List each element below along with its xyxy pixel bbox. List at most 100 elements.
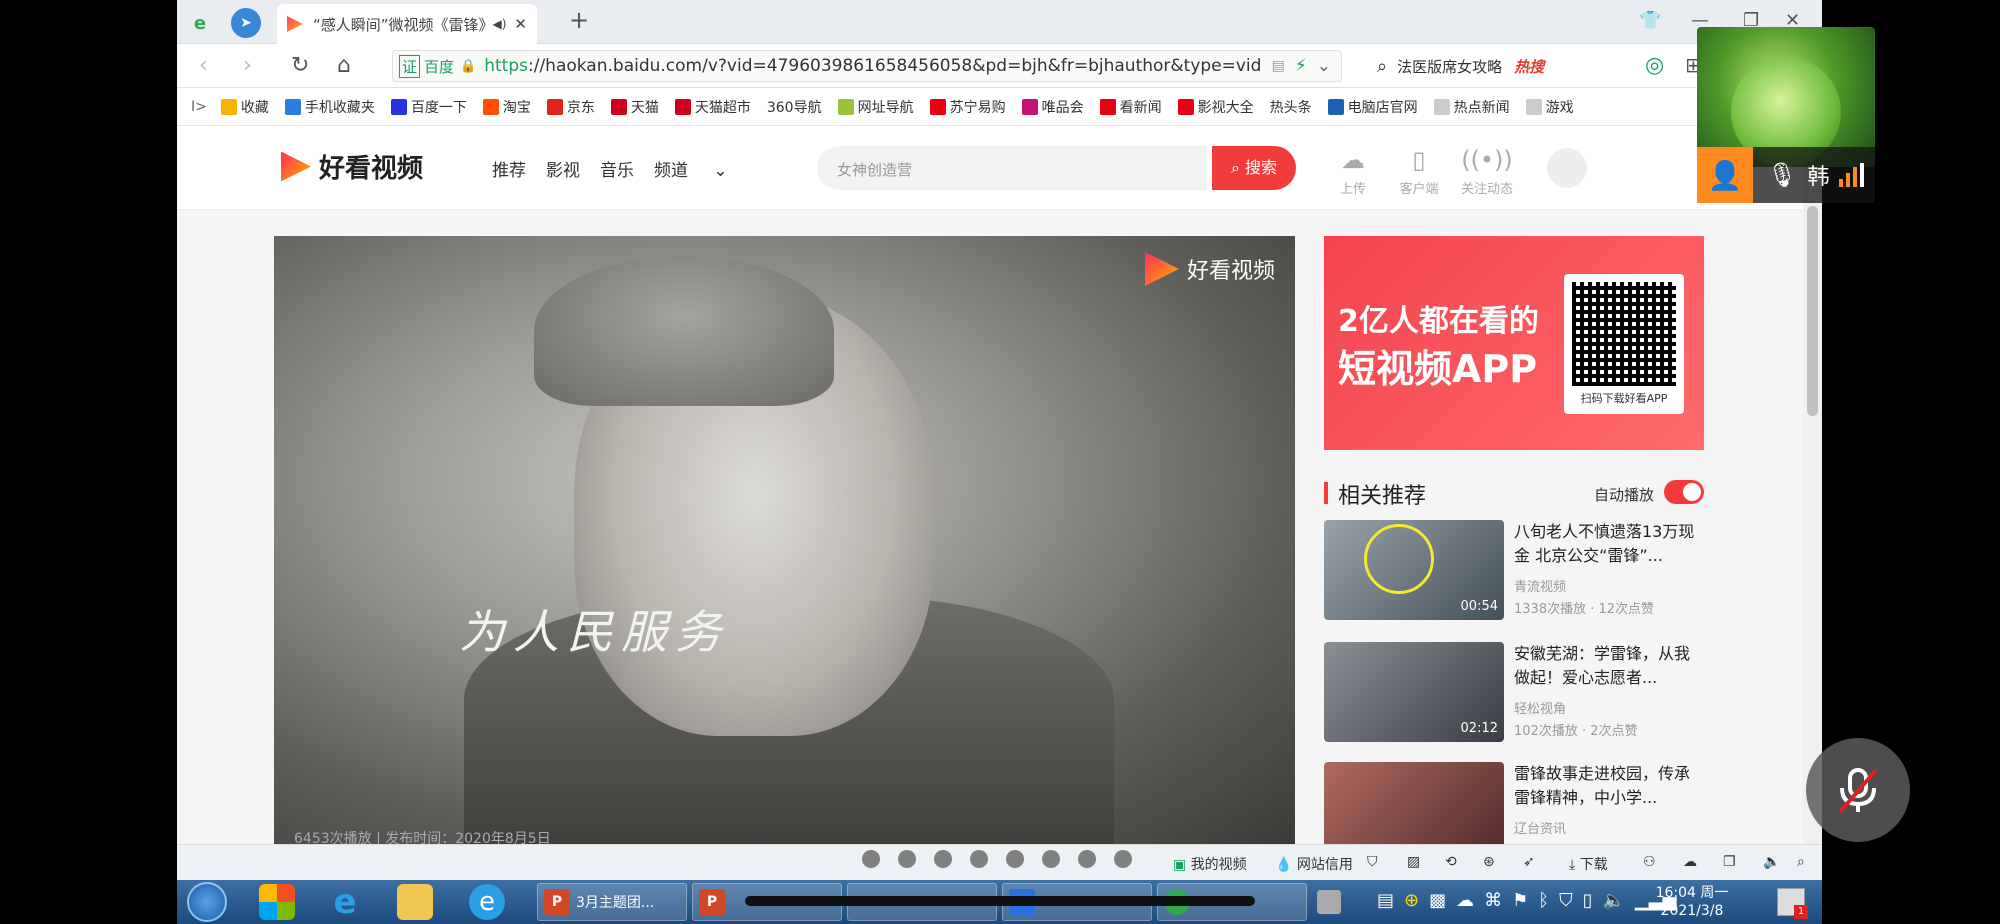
tab-audio-icon[interactable]: ◀) [493, 17, 507, 31]
recommend-thumbnail[interactable]: 00:54 [1324, 520, 1504, 620]
bookmark-item[interactable]: 电脑店官网 [1327, 97, 1418, 117]
back-icon[interactable]: ‹ [199, 53, 208, 78]
site-search-input[interactable]: 女神创造营 [817, 146, 1207, 190]
bookmark-item[interactable]: 影视大全 [1177, 97, 1254, 117]
media-progress-bar[interactable] [745, 896, 1255, 906]
ie-icon[interactable]: e [327, 884, 363, 920]
home-icon[interactable]: ⌂ [337, 53, 351, 78]
taskbar-app-ppt[interactable]: P 3月主题团... [537, 883, 687, 921]
image-icon[interactable]: ▨ [1407, 854, 1420, 870]
scrollbar-thumb[interactable] [1807, 206, 1818, 416]
reader-icon[interactable]: ▤ [1272, 58, 1285, 74]
nav-item-film[interactable]: 影视 [546, 156, 580, 181]
page-dot[interactable] [1114, 850, 1132, 868]
recommend-thumbnail[interactable]: 02:12 [1324, 642, 1504, 742]
recommend-item-source[interactable]: 青流视频 [1514, 576, 1566, 595]
download-button[interactable]: ⤓ 下载 [1569, 854, 1608, 874]
recommend-item-source[interactable]: 轻松视角 [1514, 698, 1566, 717]
site-search-button[interactable]: ⌕ 搜索 [1212, 146, 1296, 190]
bookmark-item[interactable]: 热点新闻 [1433, 97, 1510, 117]
shield-icon[interactable]: ⛉ [1559, 890, 1573, 911]
dropdown-icon[interactable]: ⌄ [1317, 56, 1331, 76]
taskbar-clock[interactable]: 16:04 周一 2021/3/8 [1647, 884, 1737, 920]
nav-item-music[interactable]: 音乐 [600, 156, 634, 181]
recommend-item-title[interactable]: 安徽芜湖：学雷锋，从我做起！爱心志愿者... [1514, 642, 1704, 690]
bookmark-item[interactable]: 看新闻 [1099, 97, 1162, 117]
site-logo[interactable]: 好看视频 [281, 148, 423, 185]
hot-search-label[interactable]: 热搜 [1514, 56, 1544, 77]
nav-item-recommend[interactable]: 推荐 [492, 156, 526, 181]
page-dot[interactable] [862, 850, 880, 868]
my-video-button[interactable]: ▣ 我的视频 [1173, 854, 1247, 874]
zoom-icon[interactable]: ⌕ [1797, 854, 1805, 870]
extension-icon[interactable]: ◎ [1645, 53, 1664, 78]
recommend-item-source[interactable]: 辽台资讯 [1514, 818, 1566, 837]
keyboard-icon[interactable] [1317, 890, 1341, 914]
bookmark-item[interactable]: 热头条 [1270, 97, 1312, 117]
bookmark-item[interactable]: 淘宝 [482, 97, 531, 117]
cert-badge[interactable]: 证 [399, 54, 421, 78]
browser-logo-icon[interactable]: e [185, 8, 215, 38]
plus-icon[interactable]: ⊕ [1404, 890, 1419, 911]
search-box[interactable]: ⌕ 法医版席女攻略 热搜 [1377, 50, 1637, 82]
camera-preview[interactable] [1697, 27, 1875, 167]
client-button[interactable]: ▯ 客户端 [1389, 146, 1449, 197]
page-dot[interactable] [934, 850, 952, 868]
recommend-thumbnail[interactable] [1324, 762, 1504, 844]
cloud-icon[interactable]: ☁ [1456, 890, 1474, 911]
recommend-item[interactable]: 00:54 八旬老人不慎遗落13万现金 北京公交“雷锋”... 青流视频 133… [1324, 520, 1704, 620]
tab-close-icon[interactable]: ✕ [514, 15, 527, 33]
site-trust-button[interactable]: 💧 网站信用 [1275, 854, 1353, 874]
notification-icon[interactable]: 1 [1777, 888, 1808, 919]
bookmark-item[interactable]: 京东 [546, 97, 595, 117]
page-scrollbar[interactable] [1803, 126, 1822, 844]
bookmark-item[interactable]: 网址导航 [837, 97, 914, 117]
bookmark-item[interactable]: 苏宁易购 [929, 97, 1006, 117]
forward-icon[interactable]: › [243, 53, 252, 78]
speaker-icon[interactable]: 🔈 [1602, 890, 1624, 911]
window-icon[interactable]: ❐ [1723, 854, 1736, 870]
app-ad-banner[interactable]: 2亿人都在看的 短视频APP 扫码下载好看APP [1324, 236, 1704, 450]
bookmark-item[interactable]: 游戏 [1525, 97, 1574, 117]
page-dot[interactable] [970, 850, 988, 868]
shield-icon[interactable]: ⛉ [1367, 854, 1378, 870]
autoplay-toggle[interactable] [1664, 480, 1704, 504]
user-icon[interactable]: 👤 [1697, 147, 1753, 203]
folder-icon[interactable] [397, 884, 433, 920]
navigator-icon[interactable]: ➤ [231, 8, 261, 38]
mute-microphone-button[interactable] [1806, 738, 1910, 842]
page-dot[interactable] [898, 850, 916, 868]
bookmark-item[interactable]: 百度一下 [390, 97, 467, 117]
recommend-item[interactable]: 02:12 安徽芜湖：学雷锋，从我做起！爱心志愿者... 轻松视角 102次播放… [1324, 642, 1704, 742]
disk-icon[interactable]: ▯ [1583, 890, 1593, 911]
windows-apps-icon[interactable] [259, 884, 295, 920]
page-dot[interactable] [1006, 850, 1024, 868]
start-button[interactable] [187, 882, 227, 922]
recommend-item-title[interactable]: 八旬老人不慎遗落13万现金 北京公交“雷锋”... [1514, 520, 1704, 568]
page-dot[interactable] [1042, 850, 1060, 868]
bookmark-item[interactable]: 收藏 [220, 97, 269, 117]
bookmark-item[interactable]: 唯品会 [1021, 97, 1084, 117]
recommend-item-title[interactable]: 雷锋故事走进校园，传承雷锋精神，中小学... [1514, 762, 1704, 810]
sync-icon[interactable]: ⟲ [1445, 854, 1457, 870]
browser-360-icon[interactable]: e [469, 884, 505, 920]
recommend-item[interactable]: 雷锋故事走进校园，传承雷锋精神，中小学... 辽台资讯 [1324, 762, 1704, 844]
privacy-icon[interactable]: ⚇ [1643, 854, 1656, 870]
feed-button[interactable]: ((•)) 关注动态 [1457, 146, 1517, 197]
network-icon[interactable]: ⌘ [1484, 890, 1502, 911]
security-icon[interactable]: ⚑ [1512, 890, 1528, 911]
upload-button[interactable]: ☁ 上传 [1323, 146, 1383, 197]
bookmark-item[interactable]: 天猫 [610, 97, 659, 117]
url-field[interactable]: 证 百度 🔒 https://haokan.baidu.com/v?vid=47… [392, 50, 1342, 82]
tab-active[interactable]: “感人瞬间”微视频《雷锋》 ◀) ✕ [277, 4, 537, 44]
avatar[interactable] [1547, 148, 1587, 188]
doc-icon[interactable]: ▤ [1377, 890, 1394, 911]
video-player[interactable]: 为人民服务 好看视频 6453次播放 | 发布时间：2020年8月5日 [274, 236, 1295, 844]
cloud-icon[interactable]: ☁ [1683, 854, 1697, 870]
bookmark-item[interactable]: 360导航 [767, 97, 822, 117]
volume-icon[interactable]: 🔈 [1763, 854, 1780, 870]
nav-item-channel[interactable]: 频道 ⌄ [654, 156, 748, 181]
refresh-icon[interactable]: ↻ [291, 53, 309, 78]
speedup-icon[interactable]: ⊛ [1483, 854, 1495, 870]
speed-icon[interactable]: ⚡ [1295, 56, 1307, 76]
